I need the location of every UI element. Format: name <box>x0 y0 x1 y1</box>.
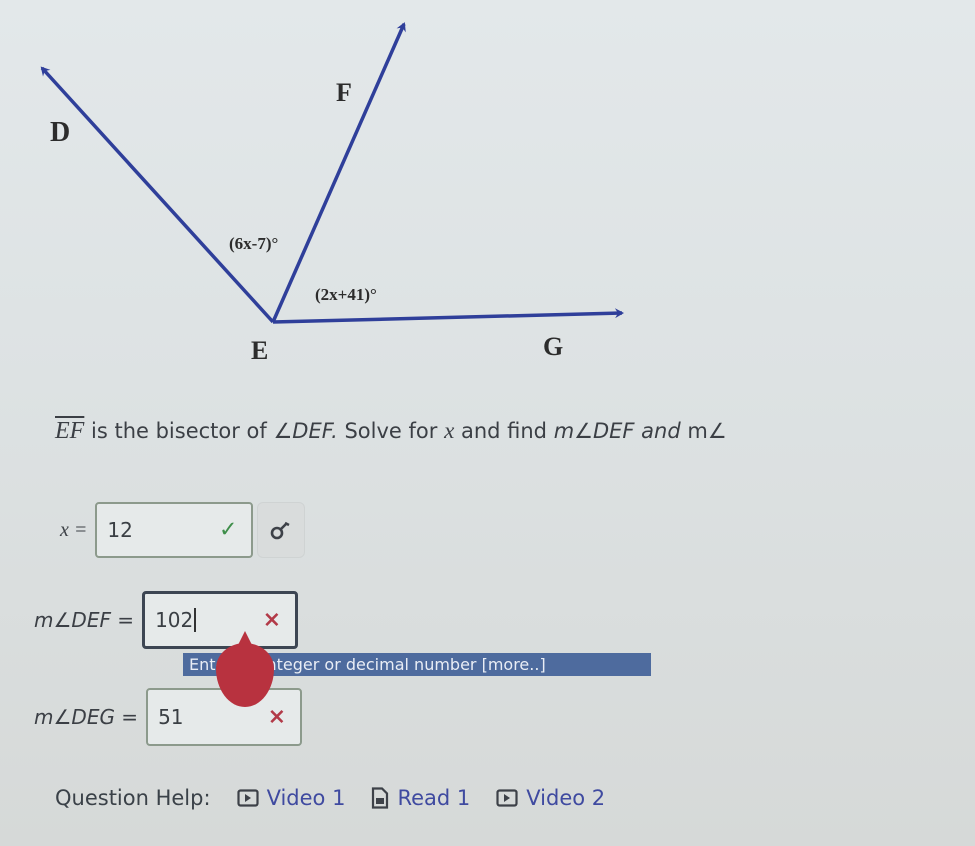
check-icon: ✓ <box>218 517 238 543</box>
variable-x: x <box>444 418 455 443</box>
angle-diagram: D F E G (6x-7)° (2x+41)° <box>40 22 624 365</box>
ray-ef <box>271 22 406 323</box>
m-def-label-text: m∠DEF = <box>34 608 135 632</box>
question-help: Question Help: Video 1 Read 1 Video 2 <box>55 786 631 810</box>
help-link-label: Video 2 <box>526 786 606 810</box>
x-input[interactable]: 12 ✓ <box>95 502 254 558</box>
answer-row-m-def: m∠DEF = 102 × <box>34 591 299 649</box>
question-help-label: Question Help: <box>55 786 211 810</box>
help-link-label: Video 1 <box>266 786 346 810</box>
x-label: x = <box>60 518 88 541</box>
find-second: m∠ <box>687 419 727 443</box>
angle-label-feg-part: (2x+41)° <box>315 285 377 304</box>
video-icon <box>496 789 518 807</box>
segment-ef: EF <box>55 418 85 444</box>
m-def-input[interactable]: 102 × <box>142 591 299 649</box>
m-def-label: m∠DEF = <box>34 608 134 632</box>
point-label-d: D <box>50 117 70 148</box>
document-icon <box>371 787 389 809</box>
point-label-e: E <box>251 336 268 365</box>
question-part-3: and find <box>454 419 554 443</box>
ray-ed <box>40 66 275 324</box>
cross-icon: × <box>262 607 282 633</box>
ray-eg <box>272 308 624 324</box>
m-deg-input[interactable]: 51 × <box>146 688 303 746</box>
cross-icon: × <box>267 704 287 730</box>
video-icon <box>236 789 259 807</box>
symbol-button[interactable] <box>257 502 306 558</box>
key-icon <box>271 521 290 540</box>
m-deg-value: 51 <box>158 705 184 729</box>
point-label-g: G <box>543 332 563 361</box>
question-part-2: Solve for <box>337 419 445 443</box>
m-def-value: 102 <box>155 608 194 632</box>
x-value: 12 <box>107 518 133 542</box>
m-deg-label: m∠DEG = <box>34 705 138 729</box>
help-link-video-1[interactable]: Video 1 <box>236 786 346 810</box>
help-link-video-2[interactable]: Video 2 <box>496 786 605 810</box>
point-label-f: F <box>336 78 352 107</box>
find-def: m∠DEF <box>553 419 635 443</box>
angle-label-def-part: (6x-7)° <box>229 234 278 253</box>
answer-row-x: x = 12 ✓ <box>60 502 306 558</box>
question-text: EF is the bisector of ∠DEF. Solve for x … <box>55 418 727 445</box>
question-part-1: is the bisector of <box>84 419 274 443</box>
question-part-4: and <box>634 419 688 443</box>
angle-def: ∠DEF. <box>273 419 338 443</box>
help-link-label: Read 1 <box>397 786 471 810</box>
text-cursor <box>194 608 197 632</box>
help-link-read-1[interactable]: Read 1 <box>371 786 470 810</box>
m-deg-label-text: m∠DEG = <box>34 705 139 729</box>
